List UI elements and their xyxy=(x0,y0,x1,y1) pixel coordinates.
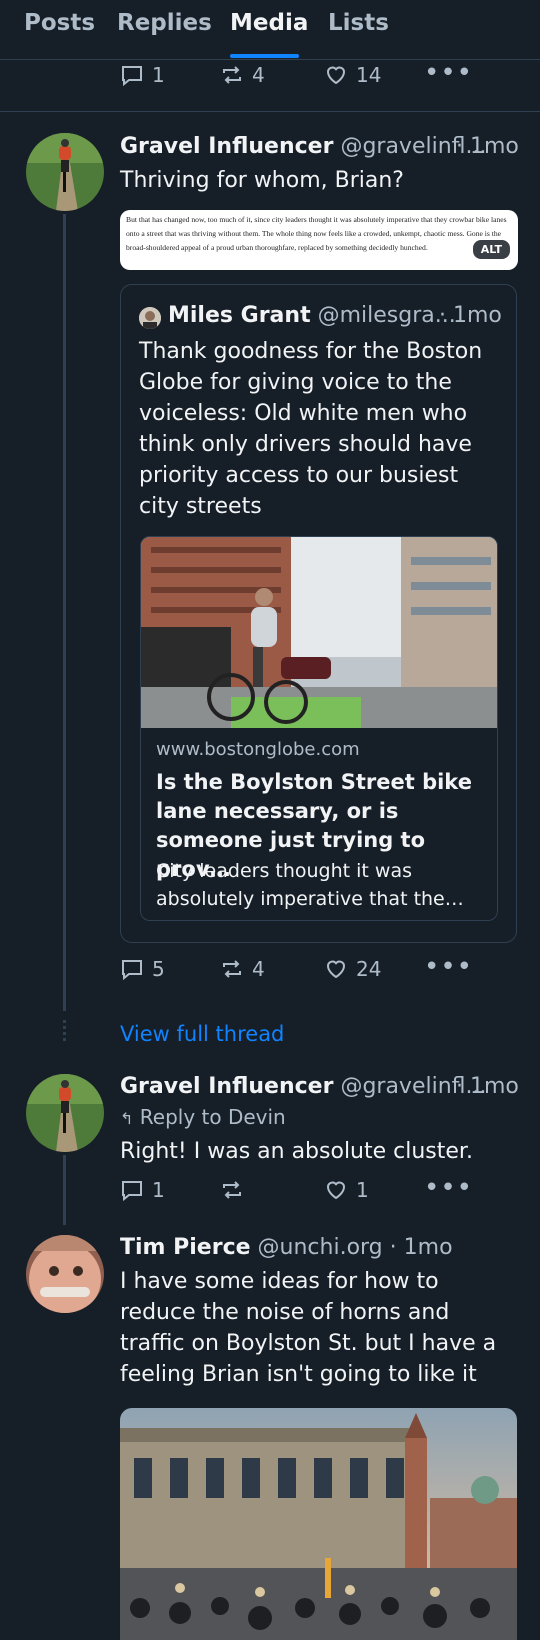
quoted-post[interactable]: Miles Grant @milesgra... · 1mo Thank goo… xyxy=(120,284,517,943)
link-preview-card[interactable]: www.bostonglobe.com Is the Boylston Stre… xyxy=(140,536,498,921)
profile-tabs: Posts Replies Media Lists xyxy=(0,0,540,60)
quote-text: Thank goodness for the Boston Globe for … xyxy=(139,339,483,519)
reply-count: 5 xyxy=(152,957,165,981)
reply-arrow-icon: ↰ xyxy=(120,1109,134,1128)
link-preview-image xyxy=(141,537,497,728)
avatar xyxy=(139,307,161,329)
like-count: 24 xyxy=(356,957,382,981)
post-text: Thriving for whom, Brian? xyxy=(120,168,404,193)
post-author[interactable]: Tim Pierce @unchi.org · 1mo xyxy=(120,1235,520,1260)
thread-line xyxy=(63,214,66,1011)
post-time: · 1mo xyxy=(456,1074,519,1099)
image-text: But that has changed now, too much of it… xyxy=(126,215,507,252)
post-image[interactable] xyxy=(120,1408,517,1640)
repost-icon xyxy=(223,960,241,978)
more-options-icon[interactable]: ••• xyxy=(424,60,473,86)
reply-to-label: Reply to Devin xyxy=(139,1105,286,1129)
reply-button[interactable]: 1 xyxy=(120,1178,165,1202)
post-text: Right! I was an absolute cluster. xyxy=(120,1139,473,1164)
reply-to[interactable]: ↰ Reply to Devin xyxy=(120,1105,286,1129)
post-author[interactable]: Gravel Influencer @gravelinfl... · 1mo xyxy=(120,1074,520,1099)
post-divider xyxy=(0,111,540,112)
repost-icon xyxy=(223,66,241,84)
more-options-icon[interactable]: ••• xyxy=(424,954,473,980)
repost-button[interactable]: 4 xyxy=(220,63,265,87)
reply-button[interactable]: 5 xyxy=(120,957,165,981)
author-name: Tim Pierce xyxy=(120,1235,251,1260)
alt-badge[interactable]: ALT xyxy=(472,240,510,259)
repost-icon xyxy=(223,1181,241,1199)
active-tab-indicator xyxy=(230,54,299,58)
heart-icon xyxy=(326,66,346,85)
link-domain: www.bostonglobe.com xyxy=(156,739,360,760)
heart-icon xyxy=(326,1181,346,1200)
top-post-actions: 1 4 14 ••• xyxy=(120,60,520,93)
author-name: Gravel Influencer xyxy=(120,134,334,159)
tab-lists[interactable]: Lists xyxy=(328,10,389,36)
tab-media[interactable]: Media xyxy=(230,10,308,36)
thread-line xyxy=(63,1155,66,1225)
like-button[interactable]: 1 xyxy=(324,1178,369,1202)
repost-count: 4 xyxy=(252,63,265,87)
tab-replies[interactable]: Replies xyxy=(117,10,212,36)
repost-button[interactable]: 4 xyxy=(220,957,265,981)
avatar[interactable] xyxy=(26,1235,104,1313)
repost-count: 4 xyxy=(252,957,265,981)
avatar[interactable] xyxy=(26,1074,104,1152)
like-count: 14 xyxy=(356,63,382,87)
like-button[interactable]: 24 xyxy=(324,957,381,981)
author-name: Miles Grant xyxy=(168,303,311,328)
view-full-thread-link[interactable]: View full thread xyxy=(120,1022,284,1046)
repost-button[interactable] xyxy=(220,1178,252,1202)
reply-count: 1 xyxy=(152,63,165,87)
like-count: 1 xyxy=(356,1178,369,1202)
reply-icon xyxy=(122,66,142,87)
post-time: · 1mo xyxy=(456,134,519,159)
like-button[interactable]: 14 xyxy=(324,63,381,87)
post-time: · 1mo xyxy=(389,1235,453,1260)
post-author[interactable]: Gravel Influencer @gravelinfl... · 1mo xyxy=(120,134,520,159)
link-description: City leaders thought it was absolutely i… xyxy=(156,860,464,910)
author-handle: @milesgra... xyxy=(317,303,456,328)
heart-icon xyxy=(326,960,346,979)
author-name: Gravel Influencer xyxy=(120,1074,334,1099)
reply-button[interactable]: 1 xyxy=(120,63,165,87)
post-text: I have some ideas for how to reduce the … xyxy=(120,1269,497,1387)
reply-count: 1 xyxy=(152,1178,165,1202)
reply-icon xyxy=(122,960,142,981)
avatar[interactable] xyxy=(26,133,104,211)
thread-line-dotted xyxy=(63,1020,66,1042)
more-options-icon[interactable]: ••• xyxy=(424,1175,473,1201)
quote-author[interactable]: Miles Grant @milesgra... · 1mo xyxy=(168,303,508,328)
post-photo xyxy=(120,1408,517,1640)
post-image[interactable]: But that has changed now, too much of it… xyxy=(120,210,518,270)
post-actions: 1 1 ••• xyxy=(120,1175,520,1208)
post-actions: 5 4 24 ••• xyxy=(120,954,520,987)
author-handle: @unchi.org xyxy=(257,1235,383,1260)
post-time: · 1mo xyxy=(439,303,502,328)
tab-posts[interactable]: Posts xyxy=(24,10,95,36)
reply-icon xyxy=(122,1181,142,1202)
